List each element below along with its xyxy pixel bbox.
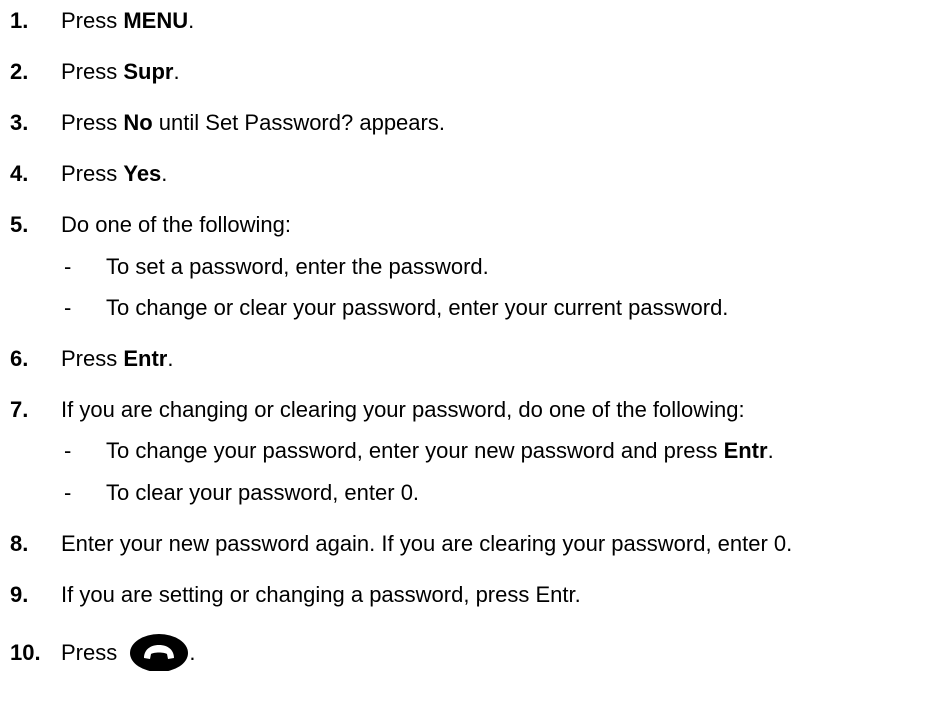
sub-step-text: To change or clear your password, enter … <box>106 295 729 320</box>
step-text-suffix: . <box>167 346 174 371</box>
step-number: 5. <box>10 212 29 237</box>
step-text-suffix: until Set Password? appears. <box>152 110 445 135</box>
sub-step-text-prefix: To change your password, enter your new … <box>106 438 724 463</box>
key-name: MENU <box>123 8 189 33</box>
step-number: 8. <box>10 531 29 556</box>
sub-step-text-suffix: . <box>767 438 774 463</box>
bullet-dash: - <box>64 254 72 279</box>
step-text-prefix: Press <box>61 59 124 84</box>
bullet-dash: - <box>64 480 72 505</box>
bullet-dash: - <box>64 295 72 320</box>
step-text-suffix: . <box>161 161 168 186</box>
step-text-prefix: Press <box>61 640 124 665</box>
key-name: Entr <box>723 438 768 463</box>
sub-step-text: To clear your password, enter 0. <box>106 480 420 505</box>
step-text: If you are setting or changing a passwor… <box>61 582 581 607</box>
key-name: No <box>123 110 153 135</box>
key-name: Supr <box>123 59 174 84</box>
step-number: 4. <box>10 161 29 186</box>
step-number: 9. <box>10 582 29 607</box>
step-text-prefix: Press <box>61 110 124 135</box>
step-text-suffix: . <box>188 8 195 33</box>
sub-step-text: To change your password, enter your new … <box>106 433 774 469</box>
step-text: Press No until Set Password? appears. <box>61 105 445 141</box>
step-text: Press Supr. <box>61 54 180 90</box>
step-number: 6. <box>10 346 29 371</box>
end-call-handset-icon <box>129 631 189 673</box>
step-text: Enter your new password again. If you ar… <box>61 531 793 556</box>
step-number: 3. <box>10 110 29 135</box>
key-name: Entr <box>123 346 168 371</box>
step-number: 7. <box>10 397 29 422</box>
step-text: Press Yes. <box>61 156 167 192</box>
bullet-dash: - <box>64 438 72 463</box>
step-number: 1. <box>10 8 29 33</box>
key-name: Yes <box>123 161 162 186</box>
step-text: Press MENU. <box>61 3 194 39</box>
step-text-suffix: . <box>189 640 196 665</box>
document-page: { "steps": [ {"num": "1.", "before": "Pr… <box>0 0 948 715</box>
step-text-suffix: . <box>173 59 180 84</box>
step-number: 2. <box>10 59 29 84</box>
step-text-prefix: Press <box>61 346 124 371</box>
step-text: Press . <box>61 628 195 678</box>
step-text: If you are changing or clearing your pas… <box>61 397 745 422</box>
step-text: Do one of the following: <box>61 212 291 237</box>
step-text: Press Entr. <box>61 341 173 377</box>
step-number: 10. <box>10 640 41 665</box>
step-text-prefix: Press <box>61 8 124 33</box>
step-text-prefix: Press <box>61 161 124 186</box>
sub-step-text: To set a password, enter the password. <box>106 254 489 279</box>
